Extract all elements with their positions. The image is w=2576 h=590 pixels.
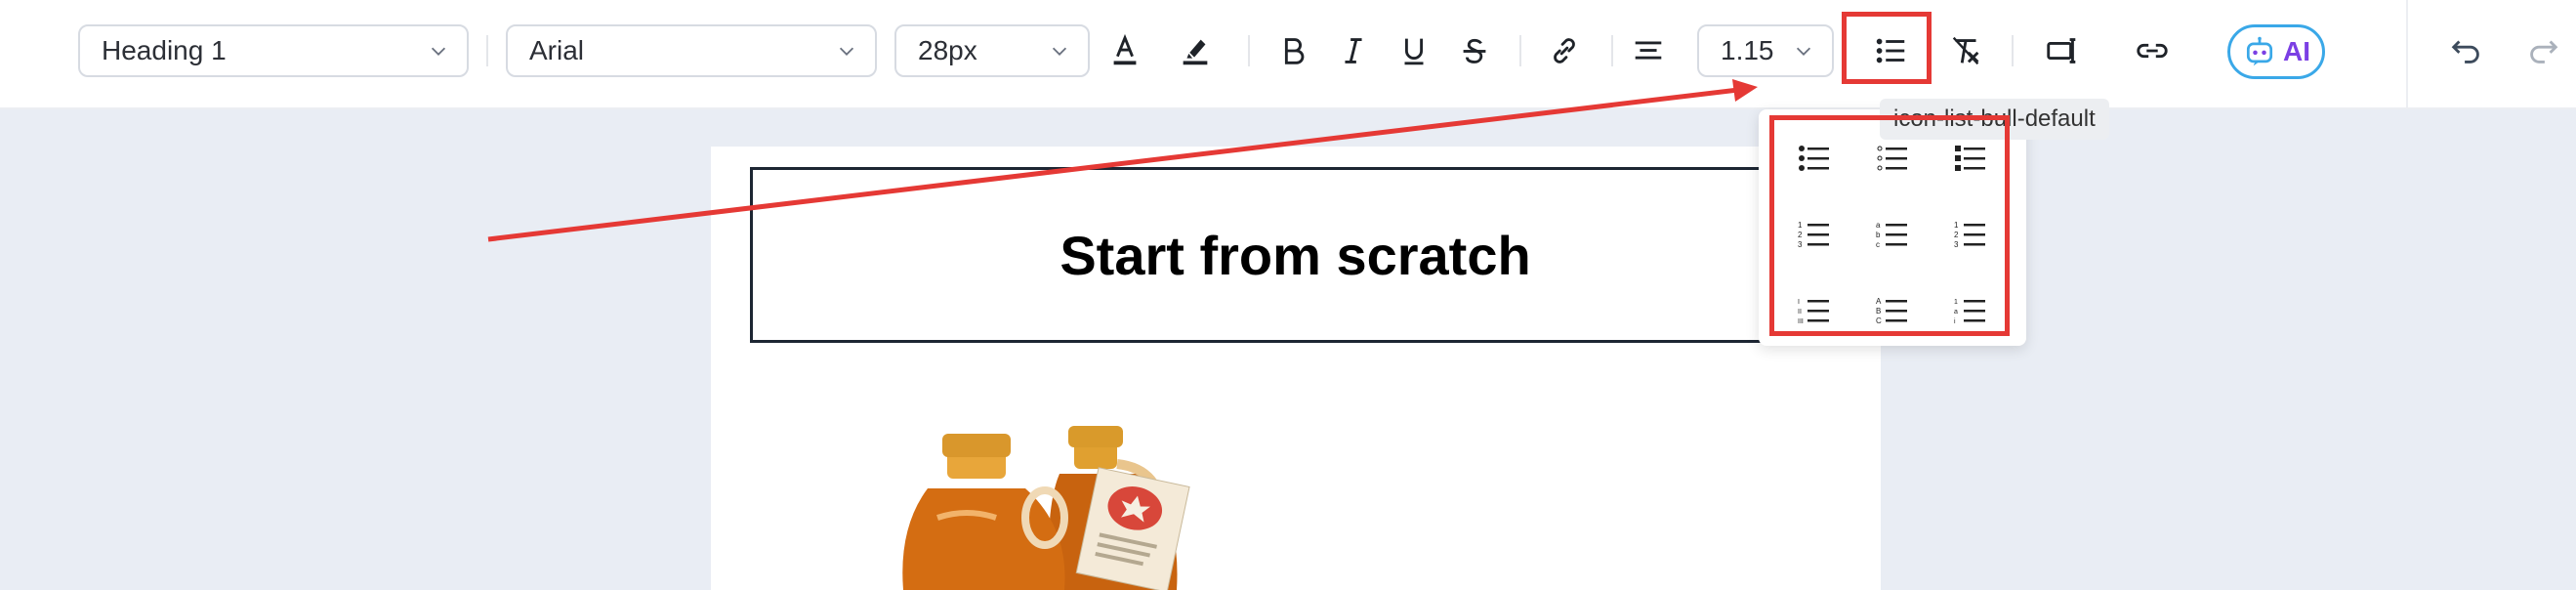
font-family-select[interactable]: Arial (506, 24, 877, 77)
chevron-down-icon (1052, 47, 1067, 56)
bold-icon[interactable] (1267, 25, 1318, 76)
clear-format-icon[interactable] (1941, 25, 1992, 76)
font-family-value: Arial (529, 35, 585, 65)
highlight-box-bullet-button (1842, 12, 1932, 84)
insert-field-icon[interactable] (2037, 25, 2088, 76)
italic-icon[interactable] (1328, 25, 1379, 76)
font-size-value: 28px (918, 35, 977, 65)
font-size-select[interactable]: 28px (894, 24, 1090, 77)
highlight-icon[interactable] (1170, 25, 1221, 76)
text-color-icon[interactable] (1100, 25, 1150, 76)
undo-icon[interactable] (2441, 25, 2492, 76)
toolbar-divider (1611, 35, 1613, 66)
block-style-select[interactable]: Heading 1 (78, 24, 469, 77)
chevron-down-icon (431, 47, 446, 56)
toolbar-divider (1519, 35, 1521, 66)
editor-toolbar: Heading 1 Arial 28px 1.15 AI (0, 0, 2576, 109)
align-center-icon[interactable] (1623, 25, 1674, 76)
block-style-value: Heading 1 (102, 35, 227, 65)
line-height-select[interactable]: 1.15 (1697, 24, 1834, 77)
toolbar-divider (1248, 35, 1250, 66)
toolbar-divider (2012, 35, 2014, 66)
line-height-value: 1.15 (1721, 35, 1774, 65)
chevron-down-icon (1796, 47, 1811, 56)
merge-tag-link-icon[interactable] (2127, 25, 2178, 76)
syrup-bottles-image[interactable] (801, 381, 1269, 590)
heading-block[interactable]: Start from scratch (750, 167, 1841, 343)
underline-icon[interactable] (1389, 25, 1439, 76)
ai-label: AI (2283, 36, 2310, 66)
toolbar-divider (2406, 0, 2408, 109)
redo-icon[interactable] (2517, 25, 2568, 76)
link-icon[interactable] (1539, 25, 1590, 76)
highlight-box-list-options (1769, 115, 2010, 336)
toolbar-divider (486, 35, 488, 66)
chevron-down-icon (839, 47, 854, 56)
page-title: Start from scratch (1059, 224, 1531, 286)
ai-assistant-button[interactable]: AI (2227, 24, 2325, 79)
ai-robot-icon (2246, 36, 2273, 66)
strikethrough-icon[interactable] (1449, 25, 1500, 76)
